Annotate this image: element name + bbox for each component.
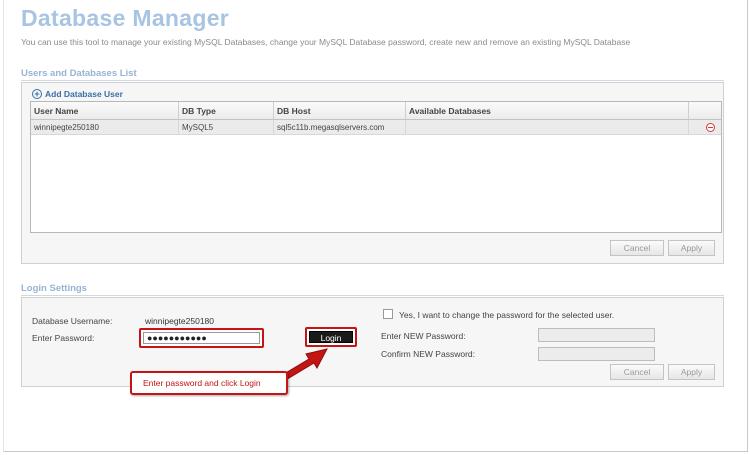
cell-db-type: MySQL5 xyxy=(179,120,274,134)
plus-circle-icon: + xyxy=(32,89,42,99)
cell-available-databases xyxy=(406,120,689,134)
password-input[interactable]: ●●●●●●●●●●● xyxy=(143,332,260,344)
cell-db-host: sql5c11b.megasqlservers.com xyxy=(274,120,406,134)
change-password-checkbox[interactable] xyxy=(383,309,393,319)
column-header-db-type[interactable]: DB Type xyxy=(179,102,274,119)
column-header-available-databases[interactable]: Available Databases xyxy=(406,102,689,119)
users-section-divider xyxy=(21,80,724,81)
table-row[interactable]: winnipegte250180 MySQL5 sql5c11b.megasql… xyxy=(31,120,721,135)
page-title: Database Manager xyxy=(21,5,230,31)
database-username-label: Database Username: xyxy=(32,316,113,326)
new-password-label: Enter NEW Password: xyxy=(381,331,466,341)
login-cancel-button[interactable]: Cancel xyxy=(610,364,664,380)
users-table: User Name DB Type DB Host Available Data… xyxy=(30,101,722,233)
page-subtitle: You can use this tool to manage your exi… xyxy=(21,37,631,47)
add-database-user-link[interactable]: + Add Database User xyxy=(32,89,123,99)
database-username-value: winnipegte250180 xyxy=(145,316,215,326)
column-header-user-name[interactable]: User Name xyxy=(31,102,179,119)
confirm-password-input[interactable] xyxy=(538,347,655,361)
new-password-input[interactable] xyxy=(538,328,655,342)
users-cancel-button[interactable]: Cancel xyxy=(610,240,664,256)
column-header-actions xyxy=(689,102,721,119)
login-section-divider xyxy=(21,295,724,296)
cell-user-name: winnipegte250180 xyxy=(31,120,179,134)
users-apply-button[interactable]: Apply xyxy=(668,240,715,256)
remove-user-icon[interactable] xyxy=(706,123,715,132)
change-password-checkbox-label: Yes, I want to change the password for t… xyxy=(399,310,615,320)
login-apply-button[interactable]: Apply xyxy=(668,364,715,380)
column-header-db-host[interactable]: DB Host xyxy=(274,102,406,119)
users-section-title: Users and Databases List xyxy=(21,68,137,79)
enter-password-label: Enter Password: xyxy=(32,333,95,343)
password-highlight: ●●●●●●●●●●● xyxy=(139,328,264,348)
confirm-password-label: Confirm NEW Password: xyxy=(381,349,475,359)
table-header: User Name DB Type DB Host Available Data… xyxy=(31,102,721,120)
annotation-callout: Enter password and click Login xyxy=(130,371,288,395)
add-database-user-label: Add Database User xyxy=(45,89,123,99)
login-section-title: Login Settings xyxy=(21,283,87,294)
cell-actions xyxy=(689,120,721,134)
